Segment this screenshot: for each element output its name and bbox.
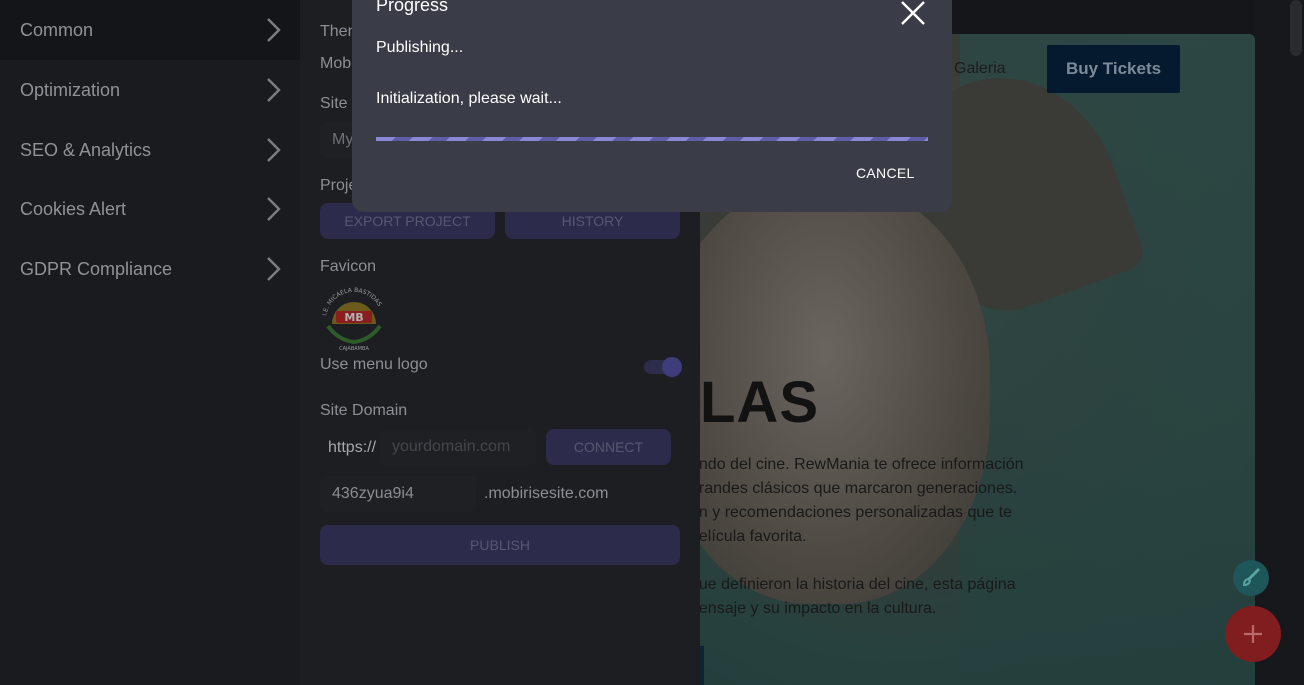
site-name-label: Site I bbox=[320, 95, 357, 112]
subdomain-value: 436zyua9i4 bbox=[332, 485, 414, 502]
use-menu-logo-label: Use menu logo bbox=[320, 356, 428, 373]
hero-paragraph-line: nensaje y su impacto en la cultura. bbox=[700, 600, 937, 617]
favicon-image[interactable]: I.E. MICAELA BASTIDAS MB CAJABAMBA bbox=[318, 284, 390, 352]
hero-button-partial[interactable] bbox=[700, 646, 704, 685]
chevron-right-icon bbox=[264, 136, 282, 164]
favicon-label: Favicon bbox=[320, 258, 377, 275]
sidebar-item-optimization[interactable]: Optimization bbox=[0, 60, 300, 120]
detail-text: Initialization, please wait... bbox=[376, 90, 562, 107]
status-text: Publishing... bbox=[376, 39, 464, 56]
sidebar-item-seo-analytics[interactable]: SEO & Analytics bbox=[0, 120, 300, 180]
domain-placeholder: yourdomain.com bbox=[392, 438, 511, 455]
hero-paragraph-line: undo del cine. RewMania te ofrece inform… bbox=[700, 456, 1024, 473]
close-button[interactable] bbox=[900, 0, 926, 26]
progress-bar bbox=[376, 137, 928, 141]
plus-icon bbox=[1244, 625, 1262, 643]
brush-icon bbox=[1242, 568, 1260, 587]
svg-text:CAJABAMBA: CAJABAMBA bbox=[339, 346, 369, 352]
sidebar-item-label: GDPR Compliance bbox=[20, 258, 173, 279]
sidebar-item-common[interactable]: Common bbox=[0, 0, 300, 60]
sidebar-item-cookies-alert[interactable]: Cookies Alert bbox=[0, 179, 300, 239]
svg-text:MB: MB bbox=[344, 311, 363, 324]
connect-button[interactable]: CONNECT bbox=[546, 429, 671, 465]
buy-tickets-button[interactable]: Buy Tickets bbox=[1047, 45, 1180, 93]
sidebar-item-label: Common bbox=[20, 19, 94, 40]
sidebar: Common Optimization SEO & Analytics Cook… bbox=[0, 0, 300, 685]
chevron-right-icon bbox=[264, 255, 282, 283]
add-block-button[interactable] bbox=[1225, 606, 1281, 662]
hero-paragraph-line: que definieron la historia del cine, est… bbox=[700, 576, 1016, 593]
sidebar-item-label: Optimization bbox=[20, 79, 121, 100]
toggle-knob bbox=[662, 357, 682, 377]
subdomain-input[interactable]: 436zyua9i4 bbox=[320, 476, 476, 512]
hero-paragraph-line: película favorita. bbox=[700, 528, 807, 545]
hero-paragraph-line: grandes clásicos que marcaron generacion… bbox=[700, 480, 1018, 497]
scrollbar-thumb[interactable] bbox=[1290, 0, 1302, 56]
chevron-right-icon bbox=[264, 195, 282, 223]
cancel-button[interactable]: CANCEL bbox=[856, 165, 915, 181]
publish-button[interactable]: PUBLISH bbox=[320, 525, 680, 565]
protocol-label: https:// bbox=[328, 439, 377, 456]
hero-title: LAS bbox=[700, 370, 819, 435]
domain-input[interactable]: yourdomain.com bbox=[380, 429, 536, 465]
brush-button[interactable] bbox=[1233, 560, 1269, 596]
site-name-value: My bbox=[332, 131, 354, 148]
subdomain-suffix: .mobirisesite.com bbox=[484, 485, 609, 502]
theme-value[interactable]: Mob bbox=[320, 55, 351, 73]
close-icon bbox=[901, 1, 925, 25]
sidebar-item-gdpr-compliance[interactable]: GDPR Compliance bbox=[0, 239, 300, 299]
school-logo-icon: I.E. MICAELA BASTIDAS MB CAJABAMBA bbox=[321, 287, 383, 352]
hero-paragraph-line: ón y recomendaciones personalizadas que … bbox=[700, 504, 1012, 521]
chevron-right-icon bbox=[264, 76, 282, 104]
use-menu-logo-toggle[interactable] bbox=[644, 357, 682, 377]
progress-dialog: Progress Publishing... Initialization, p… bbox=[352, 0, 952, 212]
site-domain-label: Site Domain bbox=[320, 402, 408, 419]
sidebar-item-label: SEO & Analytics bbox=[20, 139, 152, 160]
nav-link-galeria[interactable]: Galeria bbox=[954, 60, 1006, 78]
dialog-title: Progress bbox=[376, 0, 449, 15]
chevron-right-icon bbox=[264, 16, 282, 44]
sidebar-item-label: Cookies Alert bbox=[20, 198, 127, 219]
